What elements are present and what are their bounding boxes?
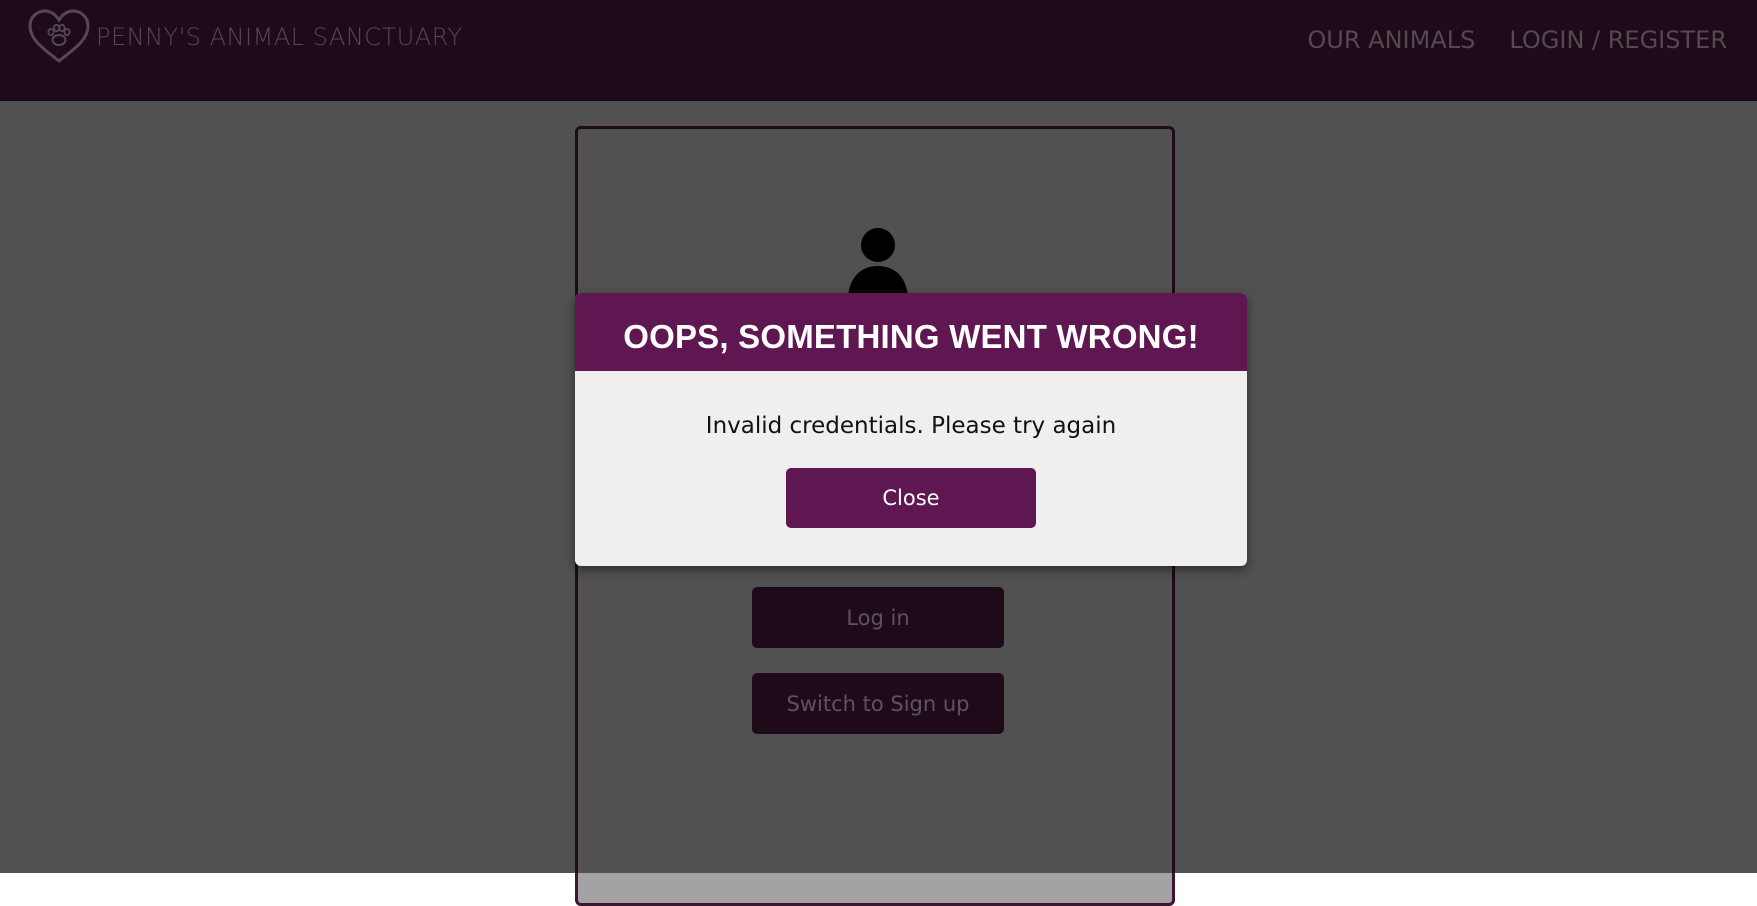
modal-body: Invalid credentials. Please try again Cl… (575, 371, 1247, 528)
close-button[interactable]: Close (786, 468, 1036, 528)
error-modal: OOPS, SOMETHING WENT WRONG! Invalid cred… (575, 293, 1247, 566)
modal-header: OOPS, SOMETHING WENT WRONG! (575, 293, 1247, 371)
modal-title: OOPS, SOMETHING WENT WRONG! (623, 318, 1199, 355)
modal-message: Invalid credentials. Please try again (705, 413, 1117, 439)
